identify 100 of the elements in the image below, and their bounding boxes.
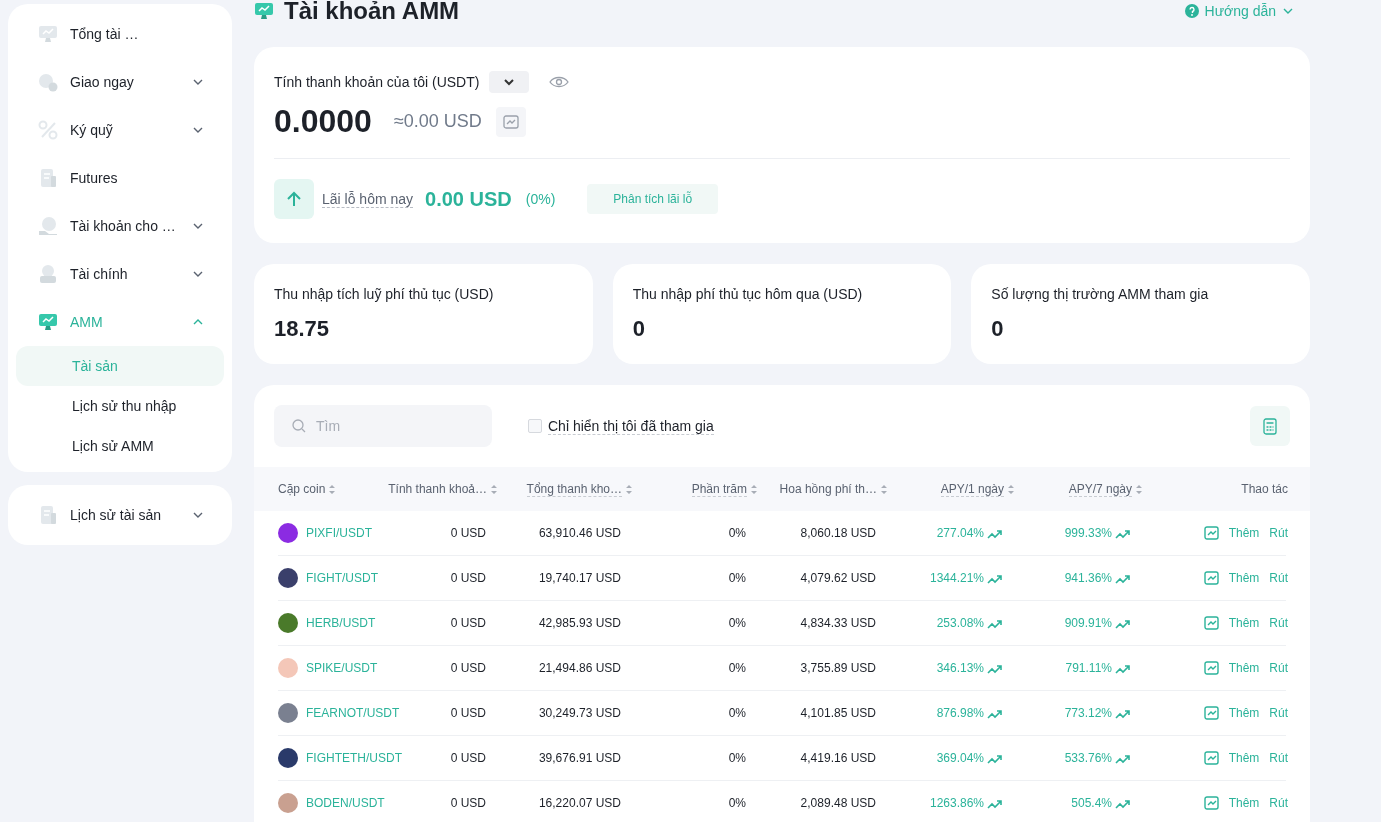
sort-icon xyxy=(880,483,888,495)
percent-icon xyxy=(38,120,58,140)
trend-up-icon xyxy=(987,572,1003,584)
table-cell-text: 19,740.17 USD xyxy=(538,571,622,585)
chart-icon[interactable] xyxy=(1203,796,1219,810)
pnl-label: Lãi lỗ hôm nay xyxy=(322,190,414,208)
table-cell-text: 0 USD xyxy=(450,526,487,540)
pair-name[interactable]: FEARNOT/USDT xyxy=(306,706,400,720)
document-icon xyxy=(38,505,58,525)
sidebar-item[interactable]: AMM xyxy=(16,298,224,346)
search-field[interactable]: Tìm xyxy=(274,405,492,447)
pair-name[interactable]: BODEN/USDT xyxy=(306,796,385,810)
table-cell-text: 42,985.93 USD xyxy=(538,616,622,630)
column-header[interactable]: Tính thanh khoả… xyxy=(388,482,487,496)
trend-up-icon xyxy=(987,617,1003,629)
trend-up-icon xyxy=(1115,527,1131,539)
up-arrow-icon xyxy=(286,191,302,207)
trend-up-icon xyxy=(1115,662,1131,674)
table-cell-text: 8,060.18 USD xyxy=(800,526,877,540)
stat-label: Số lượng thị trường AMM tham gia xyxy=(991,286,1210,302)
apy-value: 533.76% xyxy=(1064,751,1112,765)
chart-icon[interactable] xyxy=(1203,751,1219,765)
action-link[interactable]: Rút xyxy=(1269,616,1288,630)
checkbox-label[interactable]: Chỉ hiển thị tôi đã tham gia xyxy=(548,417,714,435)
stat-label: Thu nhập tích luỹ phí thủ tục (USD) xyxy=(274,286,495,302)
chart-icon[interactable] xyxy=(1203,661,1219,675)
action-link[interactable]: Thêm xyxy=(1228,796,1260,810)
table-cell-text: 0% xyxy=(728,796,747,810)
help-link[interactable]: Hướng dẫn xyxy=(1184,3,1294,19)
monitor-icon xyxy=(38,312,58,332)
action-link[interactable]: Thêm xyxy=(1228,526,1260,540)
analyze-button[interactable]: Phân tích lãi lỗ xyxy=(587,184,719,214)
table-cell-text: 0 USD xyxy=(450,796,487,810)
pair-name[interactable]: PIXFI/USDT xyxy=(306,526,372,540)
sidebar-item[interactable]: Tài chính xyxy=(16,250,224,298)
trend-up-icon xyxy=(1115,707,1131,719)
stat-value: 18.75 xyxy=(274,316,331,342)
apy-value: 253.08% xyxy=(936,616,984,630)
pair-name[interactable]: SPIKE/USDT xyxy=(306,661,378,675)
calculator-button[interactable] xyxy=(1250,406,1290,446)
column-header[interactable]: Tổng thanh kho… xyxy=(526,481,622,497)
action-link[interactable]: Thêm xyxy=(1228,616,1260,630)
monitor-icon xyxy=(38,24,58,44)
sidebar-subitem[interactable]: Lịch sử thu nhập xyxy=(16,386,224,426)
pair-name[interactable]: FIGHTETH/USDT xyxy=(306,751,402,765)
sidebar-subitem[interactable]: Lịch sử AMM xyxy=(16,426,224,466)
dropdown-button[interactable] xyxy=(489,71,530,93)
chart-icon[interactable] xyxy=(1203,616,1219,630)
action-link[interactable]: Rút xyxy=(1269,526,1288,540)
stat-label: Thu nhập phí thủ tục hôm qua (USD) xyxy=(632,286,864,302)
chart-button[interactable] xyxy=(495,106,526,137)
chart-icon xyxy=(502,114,519,129)
apy-value: 999.33% xyxy=(1064,526,1112,540)
table-cell-text: 0 USD xyxy=(450,661,487,675)
action-link[interactable]: Thêm xyxy=(1228,571,1260,585)
pair-name[interactable]: FIGHT/USDT xyxy=(306,571,378,585)
sidebar-subitem[interactable]: Tài sản xyxy=(16,346,224,386)
action-link[interactable]: Rút xyxy=(1269,661,1288,675)
pair-name[interactable]: HERB/USDT xyxy=(306,616,376,630)
checkbox[interactable] xyxy=(528,419,542,433)
action-link[interactable]: Rút xyxy=(1269,796,1288,810)
action-link[interactable]: Thêm xyxy=(1228,751,1260,765)
action-link[interactable]: Thêm xyxy=(1228,706,1260,720)
hand-coin-icon xyxy=(38,216,58,236)
sidebar-item[interactable]: Giao ngay xyxy=(16,58,224,106)
apy-value: 369.04% xyxy=(936,751,984,765)
trend-up-icon xyxy=(1115,797,1131,809)
table-cell-text: 39,676.91 USD xyxy=(538,751,622,765)
chart-icon[interactable] xyxy=(1203,526,1219,540)
trend-up-icon xyxy=(1115,572,1131,584)
column-header[interactable]: Hoa hồng phí th… xyxy=(779,482,877,496)
apy-value: 1263.86% xyxy=(929,796,984,810)
chart-icon[interactable] xyxy=(1203,571,1219,585)
column-header[interactable]: APY/7 ngày xyxy=(1068,481,1132,497)
table-cell-text: 21,494.86 USD xyxy=(538,661,622,675)
sort-icon xyxy=(625,483,633,495)
table-cell-text: 0% xyxy=(728,706,747,720)
table-cell-text: 3,755.89 USD xyxy=(800,661,877,675)
column-header[interactable]: Cặp coin xyxy=(278,482,326,496)
action-link[interactable]: Thêm xyxy=(1228,661,1260,675)
column-header[interactable]: APY/1 ngày xyxy=(940,481,1004,497)
sidebar-item[interactable]: Tổng tài … xyxy=(16,10,224,58)
column-header[interactable]: Thao tác xyxy=(1241,482,1288,496)
action-link[interactable]: Rút xyxy=(1269,706,1288,720)
trend-up-icon xyxy=(987,707,1003,719)
action-link[interactable]: Rút xyxy=(1269,571,1288,585)
chart-icon[interactable] xyxy=(1203,706,1219,720)
action-link[interactable]: Rút xyxy=(1269,751,1288,765)
sidebar-item[interactable]: Futures xyxy=(16,154,224,202)
sidebar-item[interactable]: Lịch sử tài sản xyxy=(16,491,224,539)
eye-icon[interactable] xyxy=(549,75,570,89)
table-cell-text: 0% xyxy=(728,751,747,765)
sidebar-item[interactable]: Ký quỹ xyxy=(16,106,224,154)
page-title: Tài khoản AMM xyxy=(284,0,461,25)
sort-icon xyxy=(490,483,498,495)
apy-value: 791.11% xyxy=(1065,661,1112,675)
sidebar-item[interactable]: Tài khoản cho … xyxy=(16,202,224,250)
column-header[interactable]: Phần trăm xyxy=(691,481,747,497)
table-cell-text: 0 USD xyxy=(450,616,487,630)
table-cell-text: 63,910.46 USD xyxy=(538,526,622,540)
